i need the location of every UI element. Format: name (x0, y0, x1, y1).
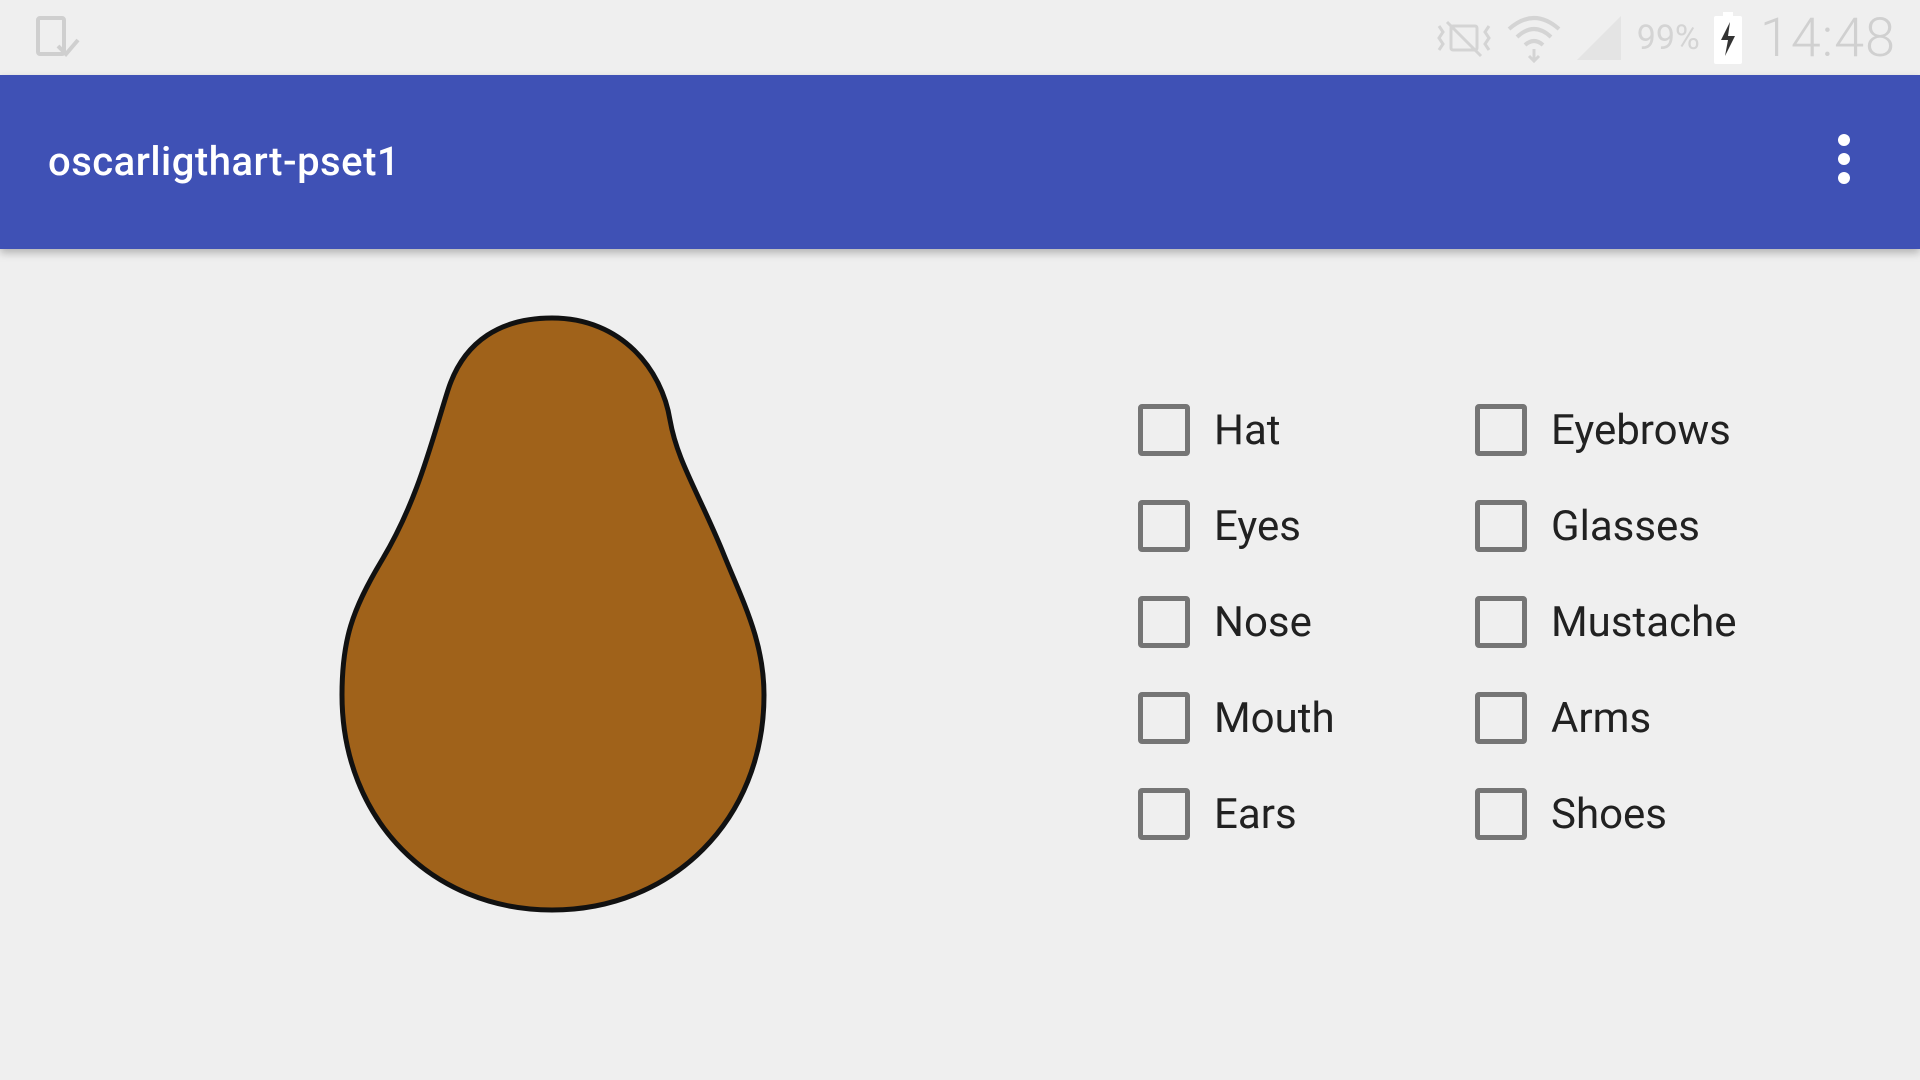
overflow-menu-button[interactable] (1820, 123, 1868, 195)
checkbox-label: Mouth (1214, 693, 1335, 743)
status-bar: 99% 14:48 (0, 0, 1920, 75)
checkbox-box[interactable] (1138, 692, 1190, 744)
battery-charging-icon (1713, 12, 1742, 64)
checkbox-mouth[interactable]: Mouth (1138, 688, 1335, 748)
checkbox-ears[interactable]: Ears (1138, 784, 1297, 844)
checkbox-box[interactable] (1475, 788, 1527, 840)
checkbox-glasses[interactable]: Glasses (1475, 496, 1700, 556)
checkbox-box[interactable] (1475, 500, 1527, 552)
checkbox-arms[interactable]: Arms (1475, 688, 1651, 748)
checkbox-mustache[interactable]: Mustache (1475, 592, 1736, 652)
potato-body-image (332, 310, 772, 920)
checkbox-box[interactable] (1475, 692, 1527, 744)
wifi-icon (1507, 13, 1561, 63)
checkbox-label: Ears (1214, 789, 1297, 839)
checkbox-label: Eyes (1214, 501, 1301, 551)
battery-percent: 99% (1636, 18, 1700, 58)
checkbox-box[interactable] (1475, 404, 1527, 456)
checkbox-label: Glasses (1551, 501, 1700, 551)
app-title: oscarligthart-pset1 (48, 138, 401, 185)
checkbox-label: Shoes (1551, 789, 1667, 839)
overflow-menu-icon (1838, 134, 1850, 146)
checkbox-hat[interactable]: Hat (1138, 400, 1281, 460)
checkbox-nose[interactable]: Nose (1138, 592, 1312, 652)
checkbox-label: Nose (1214, 597, 1312, 647)
checkbox-label: Hat (1214, 405, 1281, 455)
download-complete-icon (36, 16, 80, 60)
checkbox-label: Arms (1551, 693, 1652, 743)
checkbox-label: Mustache (1551, 597, 1737, 647)
app-bar: oscarligthart-pset1 (0, 75, 1920, 249)
checkbox-eyes[interactable]: Eyes (1138, 496, 1301, 556)
checkbox-eyebrows[interactable]: Eyebrows (1475, 400, 1731, 460)
checkbox-box[interactable] (1138, 788, 1190, 840)
status-clock: 14:48 (1759, 6, 1896, 70)
checkbox-box[interactable] (1138, 596, 1190, 648)
checkbox-label: Eyebrows (1551, 405, 1731, 455)
checkbox-box[interactable] (1138, 404, 1190, 456)
cellular-signal-icon (1575, 14, 1623, 62)
checkbox-box[interactable] (1138, 500, 1190, 552)
status-icons: 99% 14:48 (1421, 6, 1896, 70)
vibrate-mute-icon (1435, 16, 1493, 60)
checkbox-shoes[interactable]: Shoes (1475, 784, 1667, 844)
checkbox-box[interactable] (1475, 596, 1527, 648)
